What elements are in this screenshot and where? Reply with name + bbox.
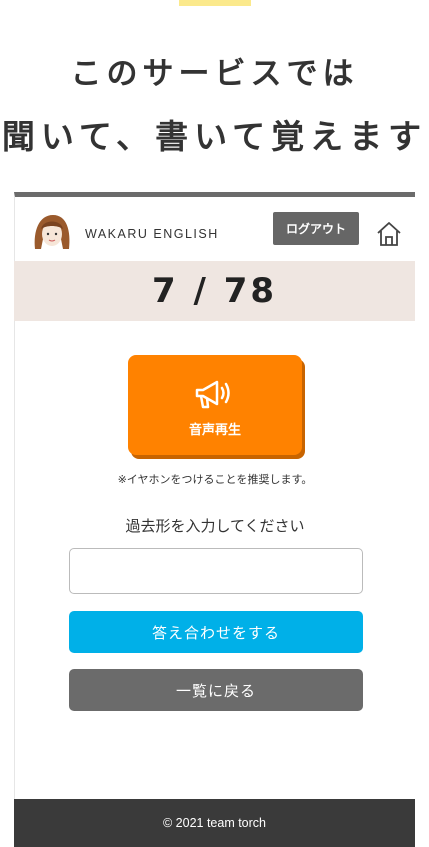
play-audio-button[interactable]: 音声再生 xyxy=(128,355,302,455)
home-icon[interactable] xyxy=(375,220,403,248)
avatar xyxy=(34,215,70,253)
earphone-note: ※イヤホンをつけることを推奨します。 xyxy=(117,473,313,486)
check-answer-button[interactable]: 答え合わせをする xyxy=(69,611,363,653)
megaphone-icon xyxy=(195,380,230,409)
answer-input[interactable] xyxy=(69,548,363,594)
app-screen: WAKARU ENGLISH ログアウト 7 / 78 音声再生 ※イヤホンをつ… xyxy=(14,192,415,847)
app-header: WAKARU ENGLISH ログアウト xyxy=(15,197,415,261)
logout-button[interactable]: ログアウト xyxy=(273,212,359,245)
promo-headline-2: 聞いて、書いて覚えます xyxy=(1,117,428,156)
brand-name: WAKARU ENGLISH xyxy=(85,227,219,241)
input-prompt: 過去形を入力してください xyxy=(125,517,305,535)
back-to-list-button[interactable]: 一覧に戻る xyxy=(69,669,363,711)
footer-copyright: © 2021 team torch xyxy=(14,799,415,847)
play-audio-label: 音声再生 xyxy=(188,423,241,438)
accent-bar xyxy=(179,0,251,6)
progress-counter: 7 / 78 xyxy=(14,261,415,321)
promo-headline-1: このサービスでは xyxy=(70,56,359,92)
